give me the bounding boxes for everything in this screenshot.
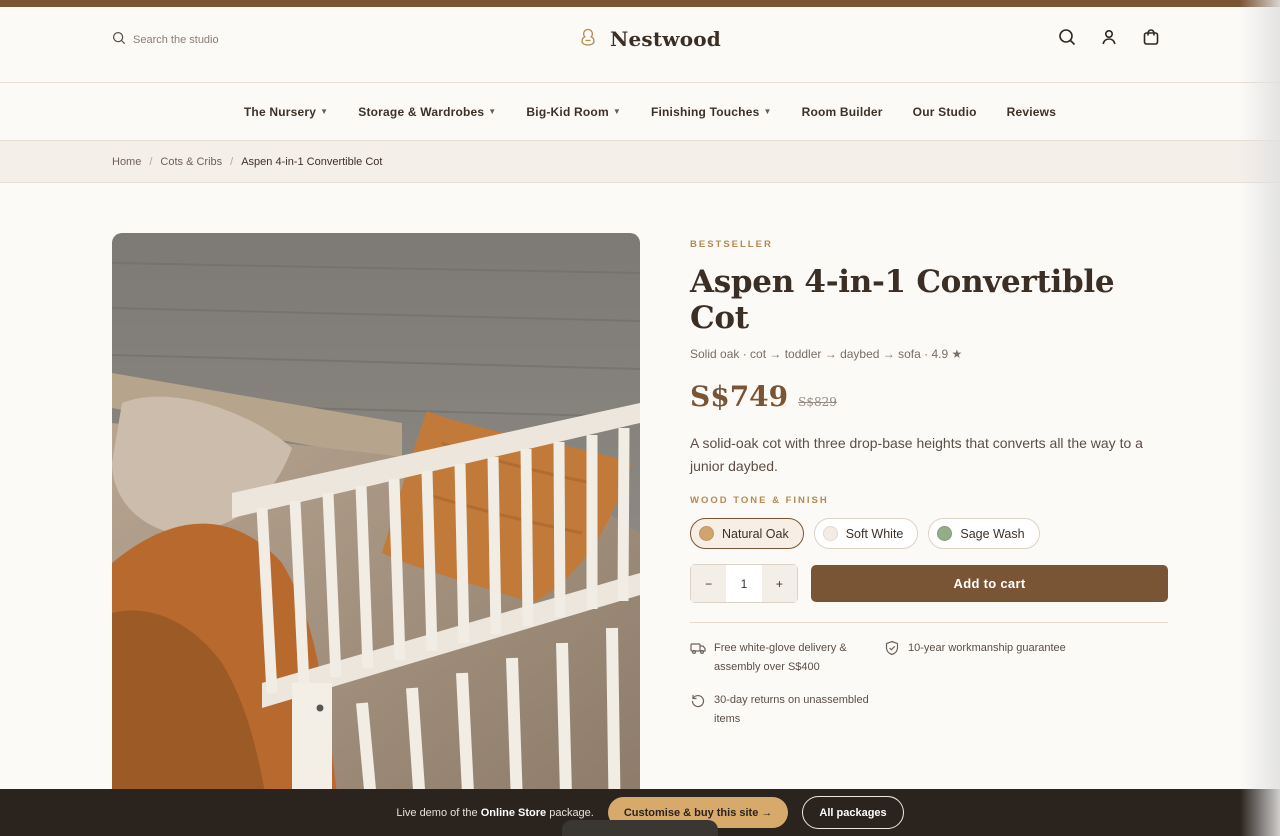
nav-item-reviews[interactable]: Reviews <box>1007 105 1056 119</box>
chevron-down-icon: ▼ <box>612 107 621 116</box>
breadcrumb-current: Aspen 4-in-1 Convertible Cot <box>241 155 383 168</box>
finish-option-natural-oak[interactable]: Natural Oak <box>690 518 804 549</box>
all-packages-button[interactable]: All packages <box>802 796 904 829</box>
nest-logo-icon <box>580 28 596 51</box>
purchase-row: − 1 + Add to cart <box>690 564 1168 603</box>
breadcrumb-separator: / <box>230 155 234 168</box>
perk-text: 10-year workmanship guarantee <box>908 642 1066 654</box>
price-row: S$749 S$829 <box>690 380 1168 413</box>
color-swatch-dot <box>937 526 953 541</box>
demo-text: Live demo of the Online Store package. <box>396 807 594 819</box>
breadcrumb-home[interactable]: Home <box>112 156 141 168</box>
breadcrumb: Home / Cots & Cribs / Aspen 4-in-1 Conve… <box>0 141 1280 183</box>
color-swatch-dot <box>822 526 838 541</box>
nav-label: Our Studio <box>912 104 977 119</box>
perk-returns: 30-day returns on unassembled items <box>690 691 884 729</box>
nav-label: Finishing Touches <box>650 104 760 119</box>
finish-option-soft-white[interactable]: Soft White <box>813 518 919 549</box>
finish-options: Natural Oak Soft White Sage Wash <box>690 518 1168 549</box>
perk-text: Free white-glove delivery & assembly ove… <box>714 642 847 673</box>
demo-text-suffix: package. <box>549 806 594 819</box>
current-price: S$749 <box>690 380 789 413</box>
shield-check-icon <box>885 640 899 656</box>
cart-icon[interactable] <box>1142 28 1160 51</box>
return-icon <box>691 694 705 708</box>
finish-option-label: Natural Oak <box>722 526 789 541</box>
quantity-decrease-button[interactable]: − <box>691 565 727 602</box>
product-title: Aspen 4-in-1 Convertible Cot <box>690 264 1115 336</box>
quantity-stepper: − 1 + <box>690 564 798 603</box>
search-input[interactable]: Search the studio <box>133 34 219 46</box>
header-actions <box>1058 28 1160 51</box>
original-price: S$829 <box>798 395 837 409</box>
nav-label: Reviews <box>1006 104 1057 119</box>
nav-item-nursery[interactable]: The Nursery ▼ <box>244 105 328 119</box>
brand-name: Nestwood <box>610 27 721 51</box>
perks-list: Free white-glove delivery & assembly ove… <box>690 639 1168 729</box>
finish-label: WOOD TONE & FINISH <box>690 495 829 506</box>
search-icon[interactable] <box>112 31 126 48</box>
chevron-down-icon: ▼ <box>320 107 329 116</box>
site-header: Search the studio Nestwood <box>0 7 1280 83</box>
nav-item-room-builder[interactable]: Room Builder <box>802 105 883 119</box>
perk-delivery: Free white-glove delivery & assembly ove… <box>690 639 884 677</box>
nav-item-finishing-touches[interactable]: Finishing Touches ▼ <box>651 105 772 119</box>
brand-logo[interactable]: Nestwood <box>580 27 721 51</box>
product-specs: Solid oak · cot → toddler → daybed → sof… <box>690 347 963 361</box>
finish-option-sage-wash[interactable]: Sage Wash <box>928 518 1040 549</box>
top-accent-bar <box>0 0 1280 7</box>
search-icon[interactable] <box>1058 28 1076 51</box>
search-bar[interactable]: Search the studio <box>112 31 219 48</box>
breadcrumb-category[interactable]: Cots & Cribs <box>160 156 222 168</box>
nav-item-our-studio[interactable]: Our Studio <box>913 105 977 119</box>
perk-text: 30-day returns on unassembled items <box>714 694 869 725</box>
truck-icon <box>690 643 706 655</box>
nav-label: Room Builder <box>801 104 883 119</box>
main-nav: The Nursery ▼ Storage & Wardrobes ▼ Big-Ki… <box>0 83 1280 141</box>
finish-option-label: Soft White <box>845 526 904 541</box>
nav-label: Storage & Wardrobes <box>358 104 485 119</box>
chevron-down-icon: ▼ <box>763 107 772 116</box>
perk-guarantee: 10-year workmanship guarantee <box>884 639 1094 677</box>
product-description: A solid-oak cot with three drop-base hei… <box>690 435 1143 474</box>
nav-label: The Nursery <box>243 104 317 119</box>
nav-item-big-kid-room[interactable]: Big-Kid Room ▼ <box>526 105 621 119</box>
demo-text-package: Online Store <box>480 806 547 819</box>
divider <box>690 622 1168 623</box>
product-image[interactable] <box>112 233 640 833</box>
quantity-increase-button[interactable]: + <box>761 565 797 602</box>
floating-dock[interactable] <box>562 820 718 836</box>
demo-text-prefix: Live demo of the <box>396 806 478 819</box>
chevron-down-icon: ▼ <box>488 107 497 116</box>
finish-option-label: Sage Wash <box>960 526 1025 541</box>
bestseller-badge: BESTSELLER <box>690 239 773 250</box>
nav-label: Big-Kid Room <box>526 104 609 119</box>
add-to-cart-button[interactable]: Add to cart <box>811 565 1168 602</box>
quantity-input[interactable]: 1 <box>726 565 761 602</box>
nav-item-storage[interactable]: Storage & Wardrobes ▼ <box>358 105 496 119</box>
product-info: BESTSELLER Aspen 4-in-1 Convertible Cot … <box>690 239 1168 729</box>
color-swatch-dot <box>699 526 714 541</box>
breadcrumb-separator: / <box>149 155 153 168</box>
account-icon[interactable] <box>1100 28 1118 51</box>
